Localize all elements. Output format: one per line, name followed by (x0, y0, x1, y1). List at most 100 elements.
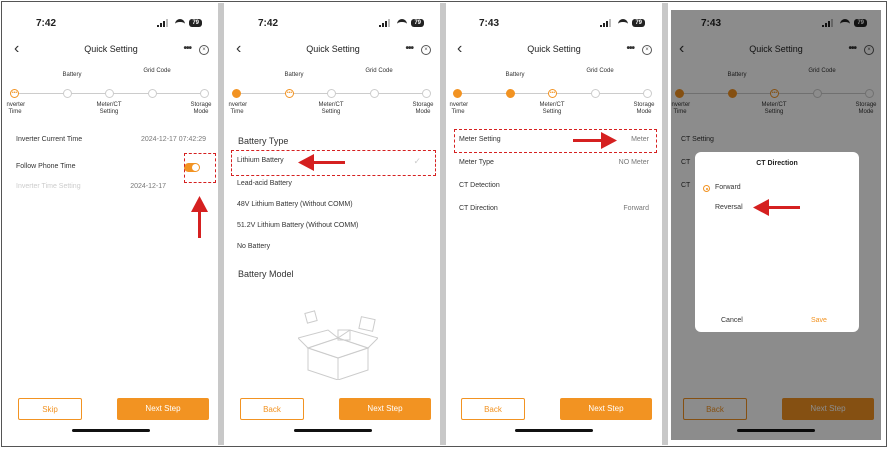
step-dot (105, 89, 114, 98)
clock: 7:43 (479, 18, 500, 29)
back-button[interactable]: Back (461, 398, 525, 420)
step-dot (200, 89, 209, 98)
status-bar: 7:42 79 (6, 10, 216, 36)
save-button[interactable]: Save (811, 317, 827, 324)
clock: 7:42 (258, 18, 279, 29)
ct-detection-row[interactable]: CT Detection (459, 182, 649, 189)
step-indicator: Battery Grid Code ••• Inverter Time Mete… (228, 68, 438, 122)
row-value: 2024-12-17 07:42:29 (141, 136, 206, 143)
cancel-button[interactable]: Cancel (721, 317, 743, 324)
arrow-shaft (312, 161, 345, 164)
step-dot (370, 89, 379, 98)
option-forward[interactable]: Forward (715, 184, 741, 191)
highlight-box (454, 129, 657, 153)
step-label: Meter/CT Setting (318, 102, 344, 115)
battery-option-48v[interactable]: 48V Lithium Battery (Without COMM) (237, 201, 427, 208)
signal-icon (157, 19, 171, 27)
row-value: 2024-12-17 (130, 183, 166, 190)
next-step-button[interactable]: Next Step (339, 398, 431, 420)
nav-bar: ‹ Quick Setting ••• × (449, 40, 659, 62)
home-indicator (72, 429, 150, 432)
step-dot (591, 89, 600, 98)
setting-row: Inverter Current Time 2024-12-17 07:42:2… (16, 136, 206, 143)
close-icon[interactable]: × (199, 45, 209, 55)
phone-screen-ct-direction: 7:43 79 ‹ Quick Setting ••• × Battery Gr… (671, 10, 881, 440)
step-dot (506, 89, 515, 98)
row-value: NO Meter (618, 159, 649, 166)
more-icon[interactable]: ••• (405, 43, 413, 54)
more-icon[interactable]: ••• (626, 43, 634, 54)
step-dot (232, 89, 241, 98)
battery-option-51v[interactable]: 51.2V Lithium Battery (Without COMM) (237, 222, 427, 229)
wifi-icon (397, 19, 408, 27)
row-label: CT Detection (459, 182, 500, 189)
step-dot: ••• (548, 89, 557, 98)
step-label: Battery (284, 72, 304, 78)
wifi-icon (175, 19, 186, 27)
step-label: Grid Code (365, 68, 393, 74)
arrow-shaft (573, 139, 603, 142)
battery-icon: 79 (189, 19, 202, 27)
step-indicator: Battery Grid Code ••• Inverter Time Mete… (449, 68, 659, 122)
row-label: Inverter Time Setting (16, 183, 81, 190)
home-indicator (294, 429, 372, 432)
arrow-left-icon (298, 154, 314, 171)
step-dot: ••• (10, 89, 19, 98)
step-label: Battery (505, 72, 525, 78)
meter-type-row[interactable]: Meter Type NO Meter (459, 159, 649, 166)
section-heading: Battery Type (238, 136, 289, 146)
next-step-button[interactable]: Next Step (560, 398, 652, 420)
step-label: Inverter Time (449, 102, 469, 115)
step-dot: ••• (285, 89, 294, 98)
option-label: 48V Lithium Battery (Without COMM) (237, 201, 353, 208)
step-label: Inverter Time (6, 102, 26, 115)
step-label: Grid Code (586, 68, 614, 74)
row-value: Forward (623, 205, 649, 212)
arrow-shaft (198, 210, 201, 238)
step-dot (63, 89, 72, 98)
wifi-icon (618, 19, 629, 27)
radio-selected-icon (703, 185, 710, 192)
empty-box-illustration (298, 310, 378, 380)
step-indicator: Battery Grid Code ••• Inverter Time Mete… (6, 68, 216, 122)
section-heading: Battery Model (238, 269, 294, 279)
dialog-title: CT Direction (756, 160, 798, 167)
close-icon[interactable]: × (642, 45, 652, 55)
battery-option-lead-acid[interactable]: Lead-acid Battery (237, 180, 427, 187)
status-bar: 7:42 79 (228, 10, 438, 36)
highlight-box (184, 153, 216, 183)
phone-screen-inverter-time: 7:42 79 ‹ Quick Setting ••• × Battery Gr… (6, 10, 216, 440)
step-dot (422, 89, 431, 98)
clock: 7:42 (36, 18, 57, 29)
battery-option-none[interactable]: No Battery (237, 243, 427, 250)
back-button[interactable]: Back (240, 398, 304, 420)
close-icon[interactable]: × (421, 45, 431, 55)
step-dot (327, 89, 336, 98)
step-dot (643, 89, 652, 98)
ct-direction-row[interactable]: CT Direction Forward (459, 205, 649, 212)
divider (662, 3, 668, 445)
arrow-shaft (767, 206, 800, 209)
battery-icon: 79 (632, 19, 645, 27)
setting-row: Inverter Time Setting 2024-12-17 (16, 183, 206, 190)
option-reversal[interactable]: Reversal (715, 204, 743, 211)
more-icon[interactable]: ••• (183, 43, 191, 54)
row-label: Follow Phone Time (16, 163, 76, 170)
status-bar: 7:43 79 (449, 10, 659, 36)
option-label: 51.2V Lithium Battery (Without COMM) (237, 222, 359, 229)
next-step-button[interactable]: Next Step (117, 398, 209, 420)
row-label: Meter Type (459, 159, 494, 166)
skip-button[interactable]: Skip (18, 398, 82, 420)
arrow-left-icon (753, 199, 769, 216)
step-label: Storage Mode (190, 102, 212, 115)
nav-bar: ‹ Quick Setting ••• × (6, 40, 216, 62)
divider (440, 3, 446, 445)
follow-phone-time-row: Follow Phone Time (16, 163, 206, 172)
step-label: Inverter Time (228, 102, 248, 115)
step-label: Grid Code (143, 68, 171, 74)
battery-icon: 79 (411, 19, 424, 27)
row-label: CT Direction (459, 205, 498, 212)
arrow-up-icon (191, 196, 208, 212)
nav-bar: ‹ Quick Setting ••• × (228, 40, 438, 62)
ct-direction-dialog: CT Direction Forward Reversal Cancel Sav… (695, 152, 859, 332)
